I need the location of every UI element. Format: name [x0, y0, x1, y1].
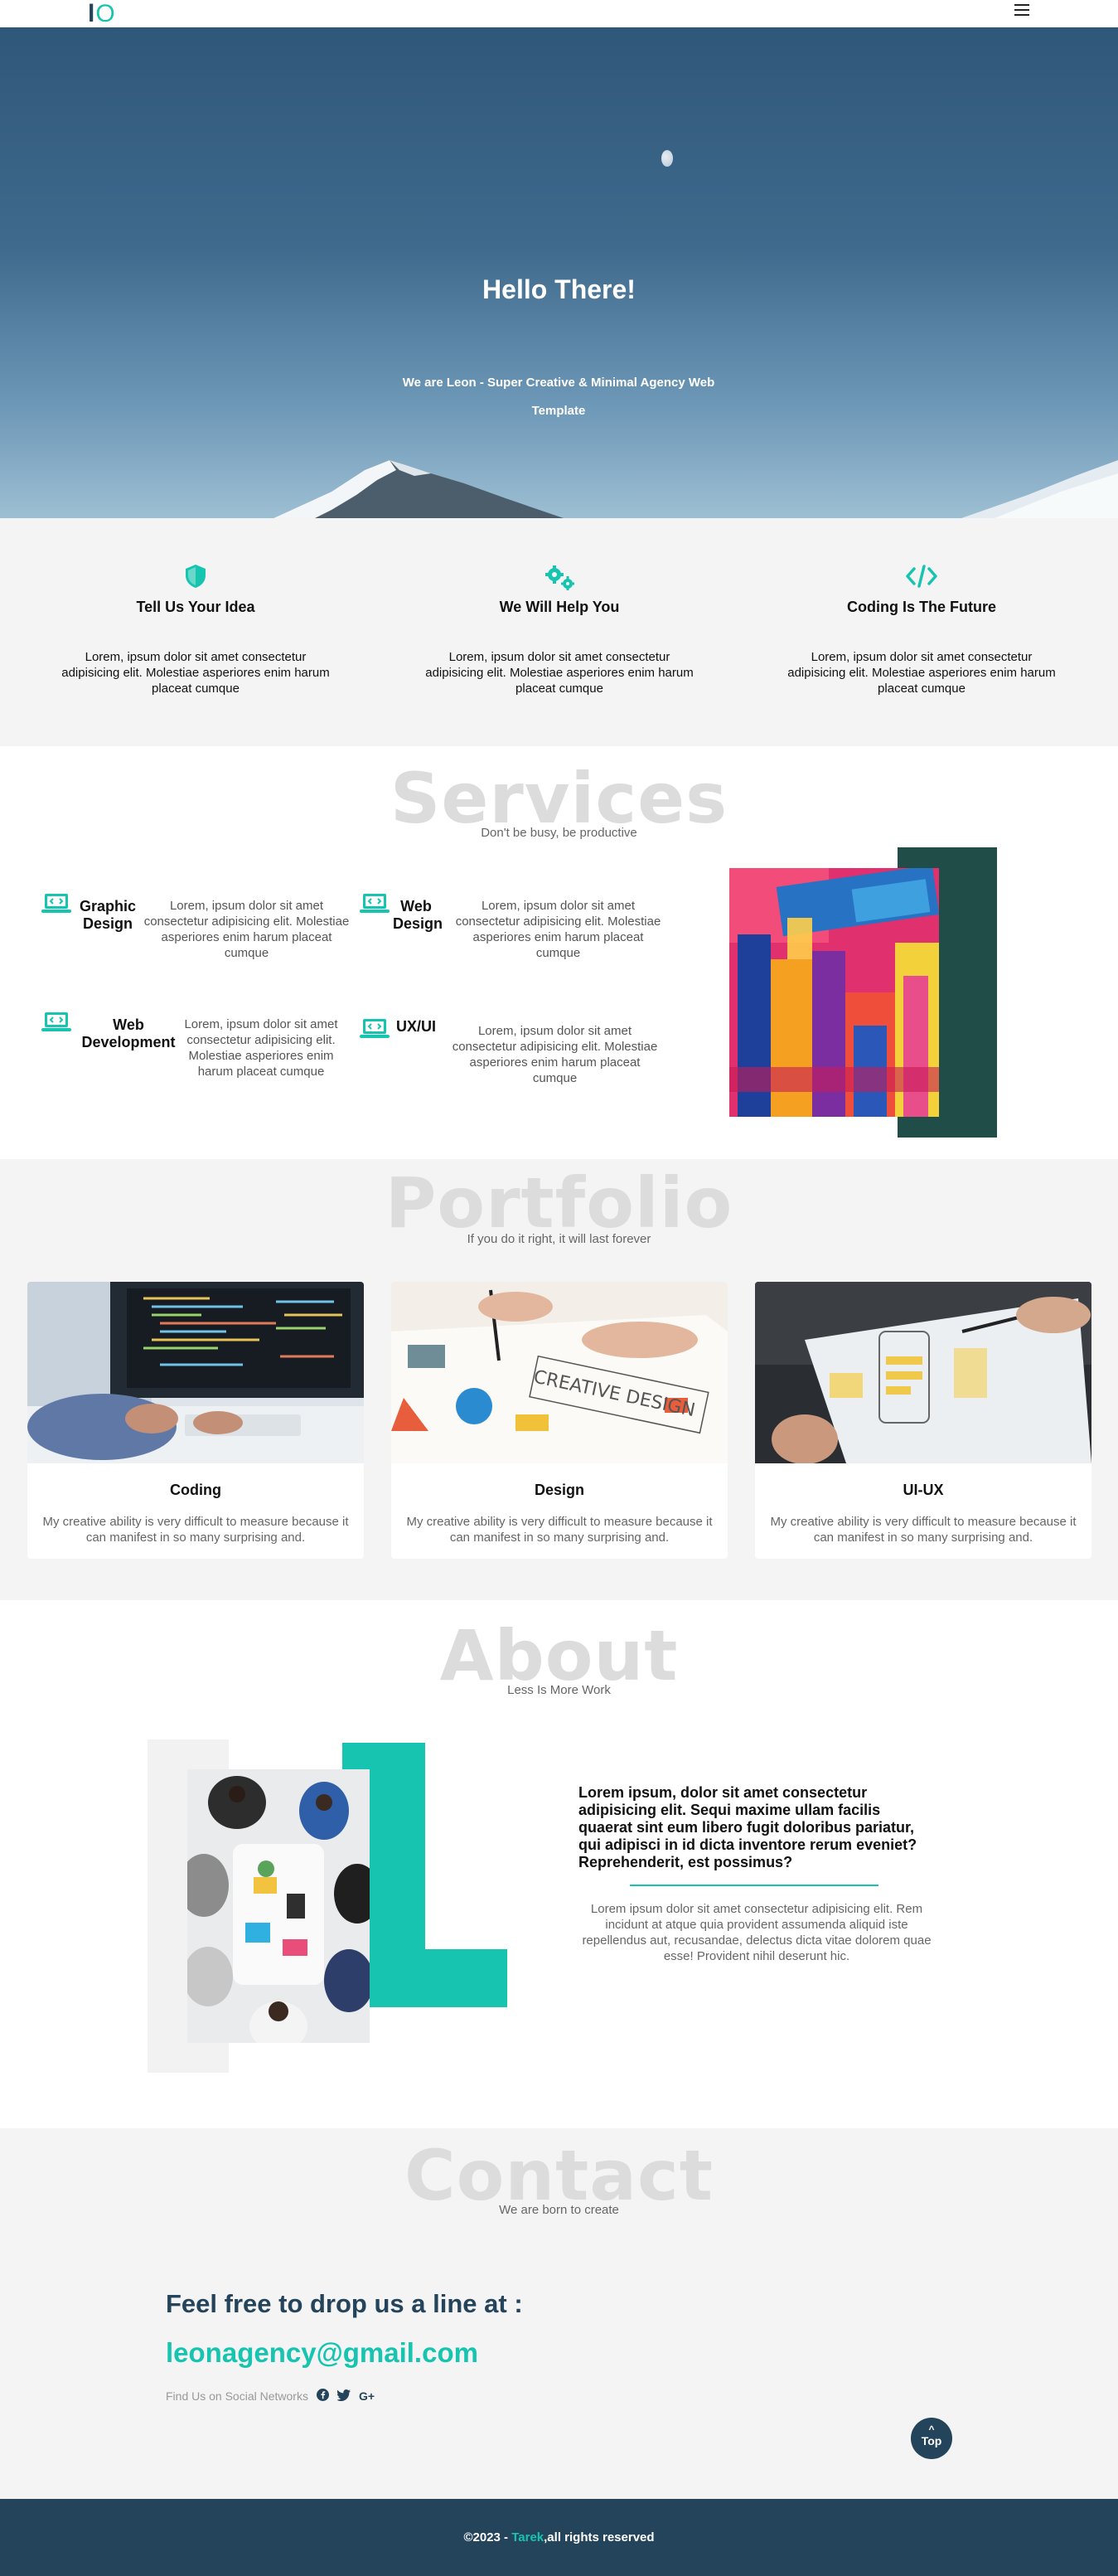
laptop-code-icon [41, 1011, 71, 1033]
mountain-graphic [273, 460, 1118, 518]
feature-card: Tell Us Your Idea Lorem, ipsum dolor sit… [55, 564, 336, 696]
top-navbar: lO [0, 0, 1118, 27]
logo[interactable]: lO [88, 2, 116, 27]
facebook-icon[interactable] [316, 2389, 329, 2404]
footer-prefix: ©2023 - [463, 2530, 512, 2544]
feature-title: We Will Help You [499, 599, 620, 615]
card-title: UI-UX [903, 1482, 944, 1498]
feature-card: Coding Is The Future Lorem, ipsum dolor … [781, 564, 1062, 696]
services-image-group [729, 847, 997, 1138]
section-subtitle: Less Is More Work [507, 1683, 611, 1697]
laptop-code-icon [360, 1018, 390, 1040]
service-text: Lorem, ipsum dolor sit amet consectetur … [184, 1017, 338, 1079]
twitter-icon[interactable] [336, 2389, 351, 2404]
features-section: Tell Us Your Idea Lorem, ipsum dolor sit… [0, 518, 1118, 746]
back-to-top-button[interactable]: ^ Top [911, 2418, 952, 2459]
service-text: Lorem, ipsum dolor sit amet consectetur … [143, 899, 350, 960]
email-link[interactable]: leonagency@gmail.com [166, 2337, 478, 2369]
service-name: Web Development [81, 1016, 176, 1050]
hero-section: Hello There! We are Leon - Super Creativ… [0, 27, 1118, 518]
footer-author-link[interactable]: Tarek [511, 2530, 544, 2544]
moon-graphic [661, 150, 673, 167]
logo-letter-l: l [88, 0, 96, 27]
service-name: UX/UI [395, 1018, 436, 1035]
contact-section: Contact We are born to create Feel free … [0, 2128, 1118, 2499]
hamburger-icon[interactable] [1014, 4, 1029, 17]
footer-suffix: ,all rights reserved [544, 2530, 655, 2544]
social-label: Find Us on Social Networks [166, 2389, 308, 2403]
footer: ©2023 - Tarek,all rights reserved [0, 2499, 1118, 2576]
card-title: Design [534, 1482, 584, 1498]
service-item: Web Design Lorem, ipsum dolor sit amet c… [360, 891, 675, 982]
feature-card: We Will Help You Lorem, ipsum dolor sit … [419, 564, 700, 696]
card-text: My creative ability is very difficult to… [770, 1515, 1077, 1545]
portfolio-card[interactable]: UI-UX My creative ability is very diffic… [755, 1282, 1091, 1559]
section-subtitle: We are born to create [499, 2203, 619, 2217]
section-heading: Services Don't be busy, be productive [0, 758, 1118, 840]
back-to-top-label: Top [921, 2434, 942, 2447]
section-heading: About Less Is More Work [0, 1615, 1118, 1697]
ui-ux-image [755, 1282, 1091, 1463]
social-links: Find Us on Social Networks G+ [166, 2389, 375, 2404]
team-meeting-image [187, 1769, 370, 2043]
about-section: About Less Is More Work Lorem ipsum, dol… [0, 1600, 1118, 2128]
feature-text: Lorem, ipsum dolor sit amet consectetur … [787, 650, 1056, 696]
code-icon [781, 564, 1062, 592]
portfolio-card[interactable]: CREATIVE DESIGN Design My creative abili… [391, 1282, 728, 1559]
section-heading: Contact We are born to create [0, 2135, 1118, 2217]
teal-divider [630, 1885, 878, 1886]
contact-heading: Feel free to drop us a line at : [166, 2289, 523, 2318]
service-name: Graphic Design [79, 898, 137, 932]
section-bg-title: Services [390, 758, 728, 839]
gears-icon [419, 564, 700, 592]
portfolio-card[interactable]: Coding My creative ability is very diffi… [27, 1282, 364, 1559]
service-item: Web Development Lorem, ipsum dolor sit a… [41, 1010, 356, 1101]
abstract-painting-image [729, 868, 939, 1117]
service-item: UX/UI Lorem, ipsum dolor sit amet consec… [360, 1016, 675, 1108]
card-text: My creative ability is very difficult to… [406, 1515, 713, 1545]
about-heading: Lorem ipsum, dolor sit amet consectetur … [578, 1784, 917, 1870]
google-plus-icon[interactable]: G+ [359, 2389, 375, 2403]
section-bg-title: Portfolio [385, 1162, 733, 1244]
service-text: Lorem, ipsum dolor sit amet consectetur … [452, 1024, 658, 1085]
card-text: My creative ability is very difficult to… [42, 1515, 349, 1545]
coding-image [27, 1282, 364, 1463]
about-image-group [148, 1739, 507, 2073]
card-title: Coding [170, 1482, 221, 1498]
hero-title: Hello There! [482, 274, 636, 304]
feature-title: Tell Us Your Idea [136, 599, 255, 615]
portfolio-section: Portfolio If you do it right, it will la… [0, 1159, 1118, 1600]
laptop-code-icon [360, 893, 390, 914]
section-subtitle: Don't be busy, be productive [481, 826, 637, 840]
logo-letter-o: O [95, 0, 116, 27]
section-subtitle: If you do it right, it will last forever [467, 1232, 651, 1246]
shield-icon [55, 564, 336, 592]
feature-text: Lorem, ipsum dolor sit amet consectetur … [61, 650, 330, 696]
section-heading: Portfolio If you do it right, it will la… [0, 1162, 1118, 1246]
chevron-up-icon: ^ [928, 2423, 935, 2435]
section-bg-title: Contact [404, 2135, 714, 2216]
service-item: Graphic Design Lorem, ipsum dolor sit am… [41, 891, 356, 982]
section-bg-title: About [439, 1615, 679, 1696]
laptop-code-icon [41, 893, 71, 914]
about-text-block: Lorem ipsum, dolor sit amet consectetur … [578, 1784, 935, 1964]
service-name: Web Design [393, 898, 443, 932]
feature-title: Coding Is The Future [847, 599, 996, 615]
feature-text: Lorem, ipsum dolor sit amet consectetur … [425, 650, 694, 696]
design-image: CREATIVE DESIGN [391, 1282, 728, 1463]
service-text: Lorem, ipsum dolor sit amet consectetur … [455, 899, 661, 960]
about-paragraph: Lorem ipsum dolor sit amet consectetur a… [582, 1902, 932, 1963]
services-section: Services Don't be busy, be productive Gr… [0, 746, 1118, 1159]
